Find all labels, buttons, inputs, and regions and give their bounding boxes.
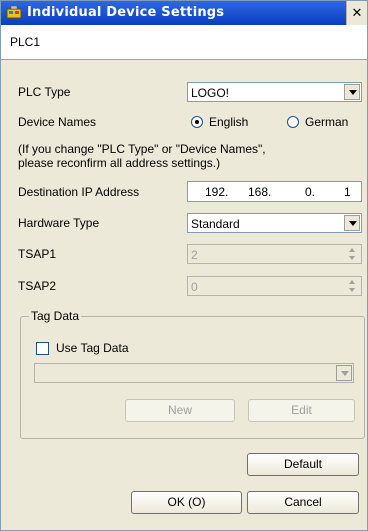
hardware-type-select[interactable]: Standard: [187, 213, 362, 233]
chevron-down-icon: [336, 365, 352, 381]
chevron-down-icon[interactable]: [344, 84, 360, 100]
radio-english-label[interactable]: English: [209, 115, 248, 129]
radio-english[interactable]: [191, 116, 203, 128]
tsap2-value: 0: [191, 280, 198, 294]
tsap2-label: TSAP2: [18, 279, 57, 293]
tsap1-value: 2: [191, 248, 198, 262]
device-names-label: Device Names: [18, 115, 97, 129]
ip-octet-4: 1: [344, 185, 351, 199]
new-tag-button: New: [125, 399, 235, 422]
hardware-type-value: Standard: [191, 217, 240, 231]
default-button[interactable]: Default: [247, 453, 359, 476]
ip-octet-3: 0.: [305, 185, 316, 199]
ip-octet-1: 192.: [205, 185, 229, 199]
radio-german-label[interactable]: German: [305, 115, 348, 129]
edit-tag-button: Edit: [248, 399, 355, 422]
chevron-down-icon[interactable]: [344, 215, 360, 231]
plc-type-value: LOGO!: [191, 86, 230, 100]
device-header: PLC1: [1, 25, 367, 60]
radio-german[interactable]: [287, 116, 299, 128]
tag-data-group: Tag Data Use Tag Data New Edit: [20, 309, 365, 439]
tsap1-spinner: 2: [187, 244, 362, 264]
hardware-type-label: Hardware Type: [18, 216, 100, 230]
app-device-icon: [6, 5, 22, 19]
device-name: PLC1: [10, 35, 41, 49]
tsap2-spinner: 0: [187, 276, 362, 296]
plc-type-label: PLC Type: [18, 85, 71, 99]
cancel-button[interactable]: Cancel: [247, 491, 359, 514]
ok-button[interactable]: OK (O): [131, 491, 242, 514]
close-icon[interactable]: ✕: [346, 1, 367, 25]
address-note: (If you change "PLC Type" or "Device Nam…: [18, 142, 266, 170]
use-tag-data-checkbox[interactable]: [36, 342, 49, 355]
window-title: Individual Device Settings: [27, 5, 225, 20]
tag-data-group-label: Tag Data: [29, 309, 82, 323]
destination-ip-label: Destination IP Address: [18, 185, 140, 199]
plc-type-select[interactable]: LOGO!: [187, 82, 362, 102]
ip-octet-2: 168.: [248, 185, 272, 199]
destination-ip-input[interactable]: 192. 168. 0. 1: [187, 181, 362, 202]
spin-arrows-icon: [345, 246, 360, 262]
use-tag-data-label[interactable]: Use Tag Data: [56, 341, 129, 355]
spin-arrows-icon: [345, 278, 360, 294]
device-settings-window: Individual Device Settings ✕ PLC1 PLC Ty…: [0, 0, 368, 531]
address-note-line1: (If you change "PLC Type" or "Device Nam…: [18, 142, 266, 156]
tsap1-label: TSAP1: [18, 247, 57, 261]
address-note-line2: please reconfirm all address settings.): [18, 156, 221, 170]
tag-data-select: [34, 363, 354, 383]
title-bar[interactable]: Individual Device Settings ✕: [1, 1, 367, 25]
